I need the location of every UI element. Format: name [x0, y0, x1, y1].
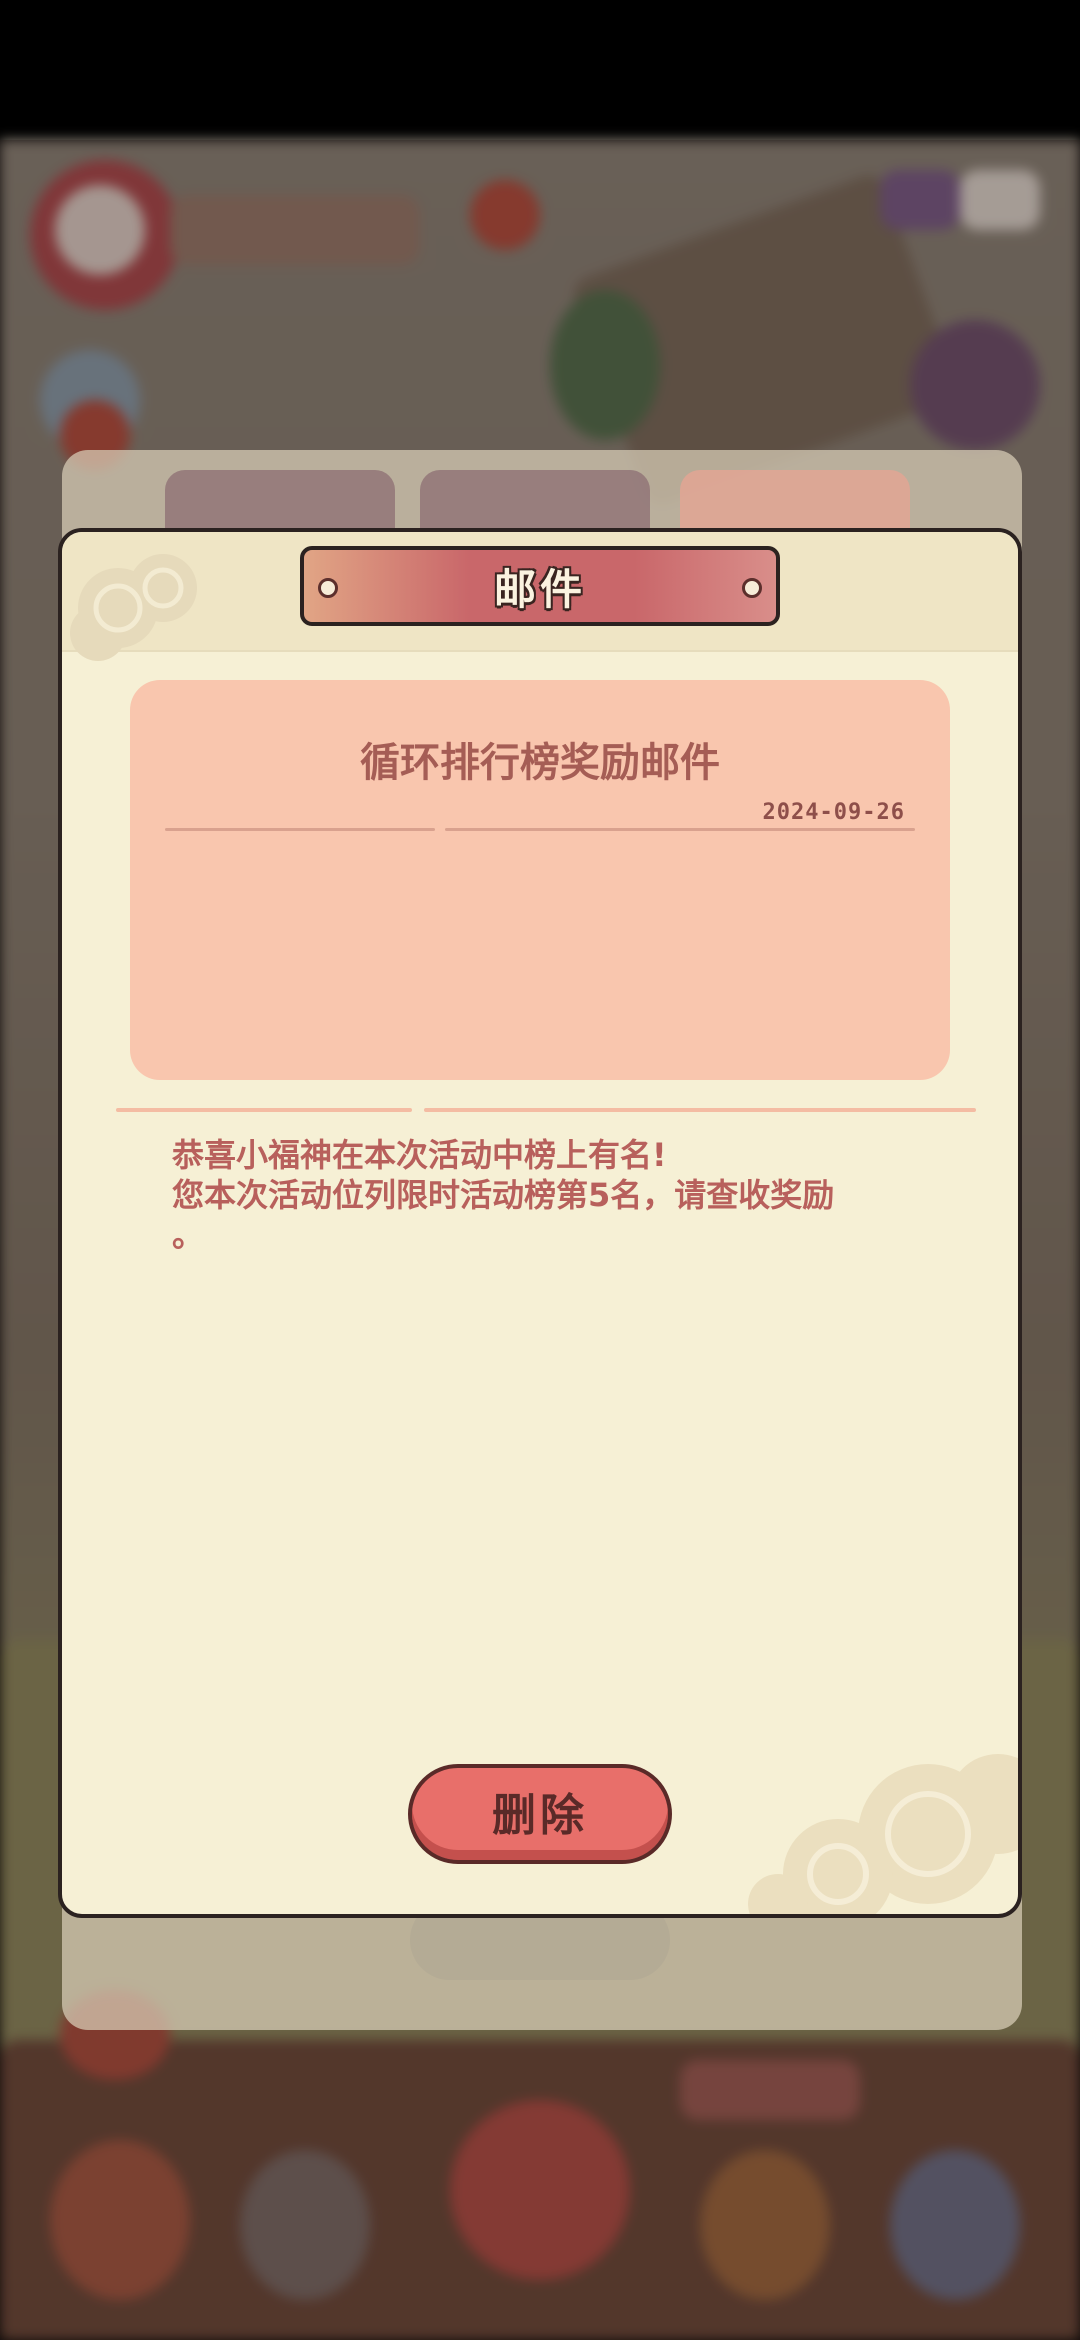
mail-body-line: 您本次活动位列限时活动榜第5名，请查收奖励	[172, 1176, 835, 1214]
cloud-ornament-icon	[70, 554, 197, 661]
cloud-ornament-icon	[748, 1754, 1018, 1914]
rivet-icon	[318, 578, 338, 598]
divider	[445, 828, 915, 831]
mail-body-line: 。	[172, 1216, 205, 1254]
divider	[424, 1108, 976, 1112]
delete-button[interactable]: 删除	[408, 1764, 672, 1864]
mail-subject: 循环排行榜奖励邮件	[360, 740, 720, 786]
divider	[165, 828, 435, 831]
dialog-title: 邮件	[493, 564, 586, 614]
divider	[116, 1108, 412, 1112]
rivet-icon	[742, 578, 762, 598]
status-bar	[0, 0, 1080, 140]
mail-date: 2024-09-26	[762, 800, 905, 825]
dialog-title-plate: 邮件	[300, 546, 780, 626]
mail-body-line: 恭喜小福神在本次活动中榜上有名!	[172, 1136, 667, 1174]
delete-button-label: 删除	[492, 1790, 588, 1841]
mail-header-card: 循环排行榜奖励邮件 2024-09-26	[130, 680, 950, 1080]
mail-body: 恭喜小福神在本次活动中榜上有名! 您本次活动位列限时活动榜第5名，请查收奖励 。	[172, 1135, 912, 1255]
